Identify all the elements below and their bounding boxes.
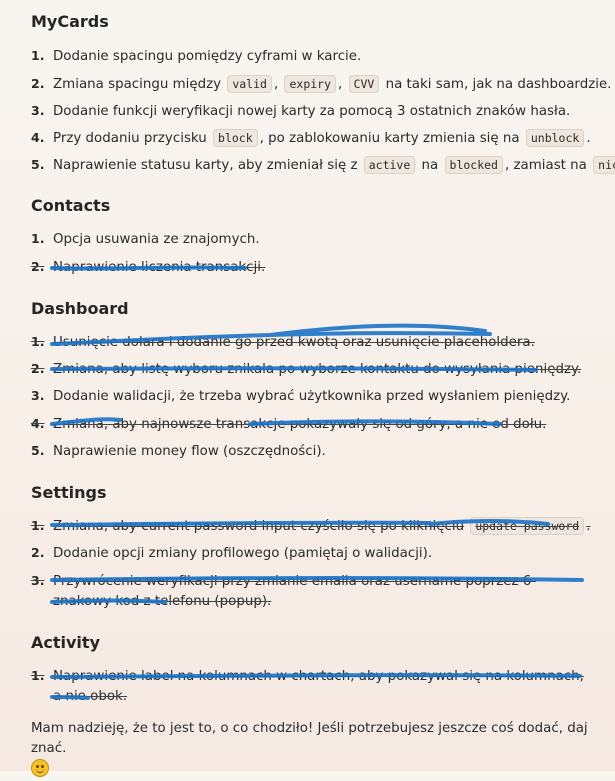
item-number: 1. — [31, 48, 45, 63]
list-item-struck: 3. Przywrócenie weryfikacji przy zmianie … — [31, 571, 591, 612]
inline-code: valid — [227, 75, 272, 93]
smiling-face-icon — [31, 759, 49, 777]
item-text: , po zablokowaniu karty zmienia się na — [259, 131, 520, 146]
inline-code: update password — [470, 517, 585, 535]
list-item-struck: 4. Zmiana, aby najnowsze transakcje pokaz… — [31, 414, 591, 435]
item-text: Opcja usuwania ze znajomych. — [53, 232, 260, 247]
item-text: Naprawienie label na kolumnach w chartac… — [53, 669, 584, 704]
list-item: 2. Dodanie opcji zmiany profilowego (pami… — [31, 543, 591, 564]
item-text: Naprawienie statusu karty, aby zmieniał … — [53, 158, 358, 173]
section-title-contacts: Contacts — [31, 196, 111, 215]
closing-message: Mam nadzieję, że to jest to, o co chodzi… — [31, 719, 591, 781]
item-number: 3. — [31, 103, 45, 118]
item-text: Zmiana, aby listę wyboru znikała po wybo… — [53, 362, 582, 377]
item-number: 1. — [31, 231, 45, 246]
item-text: Przy dodaniu przycisku — [53, 131, 207, 146]
section-title-mycards: MyCards — [31, 12, 109, 31]
item-text: Dodanie opcji zmiany profilowego (pamięt… — [53, 546, 433, 561]
item-text: Zmiana, aby current password input czyśc… — [53, 519, 465, 534]
item-number: 3. — [31, 388, 45, 403]
list-item: 3. Dodanie funkcji weryfikacji nowej kart… — [31, 101, 591, 122]
section-title-activity: Activity — [31, 633, 100, 652]
list-item-struck: 1. Usunięcie dolara i dodanie go przed kw… — [31, 332, 591, 353]
list-item-struck: 2. Zmiana, aby listę wyboru znikała po wy… — [31, 359, 591, 380]
item-number: 5. — [31, 443, 45, 458]
inline-code: unblock — [525, 129, 585, 147]
inline-code: expiry — [284, 75, 337, 93]
closing-text: Mam nadzieję, że to jest to, o co chodzi… — [31, 721, 588, 756]
item-text: Dodanie funkcji weryfikacji nowej karty … — [53, 104, 571, 119]
inline-code: nic — [593, 156, 615, 174]
item-text: Dodanie spacingu pomiędzy cyframi w karc… — [53, 49, 362, 64]
item-number: 2. — [31, 76, 45, 91]
item-text: Naprawienie money flow (oszczędności). — [53, 444, 326, 459]
list-item: 4. Przy dodaniu przycisku block, po zablo… — [31, 128, 591, 149]
item-number: 4. — [31, 416, 45, 431]
list-item: 2. Zmiana spacingu między valid, expiry, … — [31, 74, 611, 95]
item-number: 2. — [31, 259, 45, 274]
list-item: 1. Dodanie spacingu pomiędzy cyframi w ka… — [31, 46, 591, 67]
item-number: 2. — [31, 361, 45, 376]
item-text: na taki sam, jak na dashboardzie. — [385, 77, 612, 92]
item-number: 1. — [31, 518, 45, 533]
list-item: 1. Opcja usuwania ze znajomych. — [31, 229, 591, 250]
inline-code: CVV — [348, 75, 380, 93]
inline-code: active — [363, 156, 416, 174]
item-number: 5. — [31, 157, 45, 172]
list-item-struck: 1. Naprawienie label na kolumnach w chart… — [31, 666, 591, 707]
item-number: 1. — [31, 668, 45, 683]
inline-code: block — [213, 129, 258, 147]
section-title-dashboard: Dashboard — [31, 299, 129, 318]
item-number: 3. — [31, 573, 45, 588]
document: MyCards 1. Dodanie spacingu pomiędzy cyfr… — [0, 0, 615, 777]
section-title-settings: Settings — [31, 483, 107, 502]
item-text: Zmiana spacingu między — [53, 77, 222, 92]
item-number: 1. — [31, 334, 45, 349]
item-text: Dodanie walidacji, że trzeba wybrać użyt… — [53, 389, 571, 404]
item-text: Naprawienie liczenia transakcji. — [53, 260, 266, 275]
item-text: Zmiana, aby najnowsze transakcje pokazyw… — [53, 417, 547, 432]
list-item: 5. Naprawienie money flow (oszczędności). — [31, 441, 591, 462]
item-text: na — [421, 158, 439, 173]
item-text: Usunięcie dolara i dodanie go przed kwot… — [53, 335, 535, 350]
list-item: 5. Naprawienie statusu karty, aby zmienia… — [31, 155, 615, 176]
list-item-struck: 1. Zmiana, aby current password input czy… — [31, 516, 591, 537]
item-text: . — [586, 519, 591, 534]
item-text: , — [273, 77, 279, 92]
inline-code: blocked — [444, 156, 503, 174]
item-text: , zamiast na — [504, 158, 587, 173]
list-item: 3. Dodanie walidacji, że trzeba wybrać uż… — [31, 386, 591, 407]
item-text: Przywrócenie weryfikacji przy zmianie em… — [53, 574, 537, 609]
item-text: . — [586, 131, 591, 146]
item-number: 4. — [31, 130, 45, 145]
list-item-struck: 2. Naprawienie liczenia transakcji. — [31, 257, 591, 278]
item-number: 2. — [31, 545, 45, 560]
item-text: , — [338, 77, 343, 92]
